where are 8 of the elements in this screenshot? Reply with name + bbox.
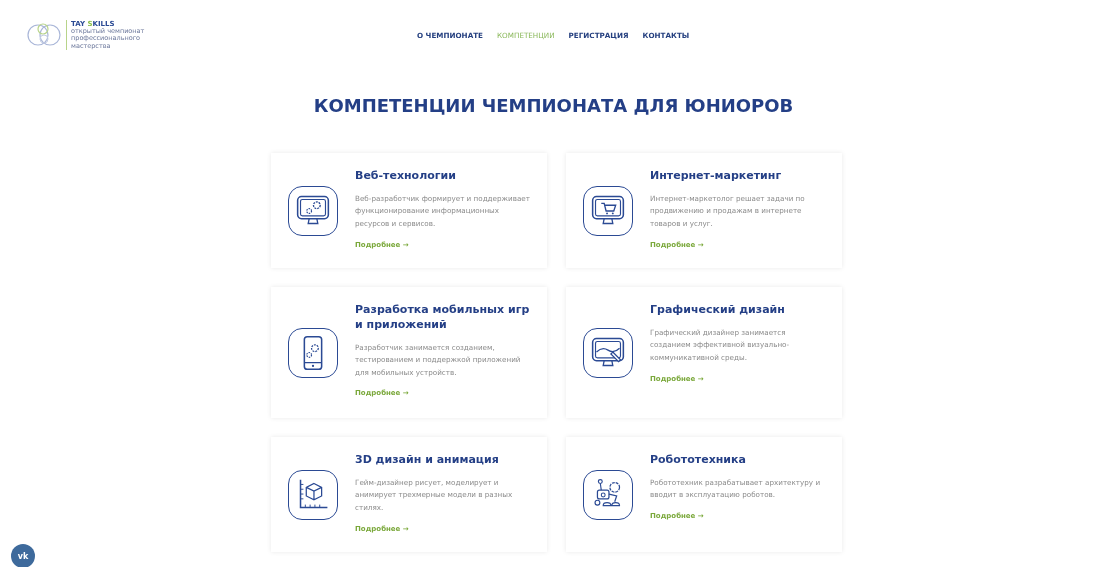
card-title: Робототехника [650,453,747,468]
card-title: Веб-технологии [355,169,457,184]
card-title: Разработка мобильных игр и приложений [355,303,531,333]
social-button[interactable]: vk [11,544,35,567]
card-title: 3D дизайн и анимация [355,453,500,468]
card-title: Интернет-маркетинг [650,169,783,184]
page-heading: КОМПЕТЕНЦИИ ЧЕМПИОНАТА ДЛЯ ЮНИОРОВ [312,95,795,116]
card-title: Графический дизайн [650,303,786,318]
